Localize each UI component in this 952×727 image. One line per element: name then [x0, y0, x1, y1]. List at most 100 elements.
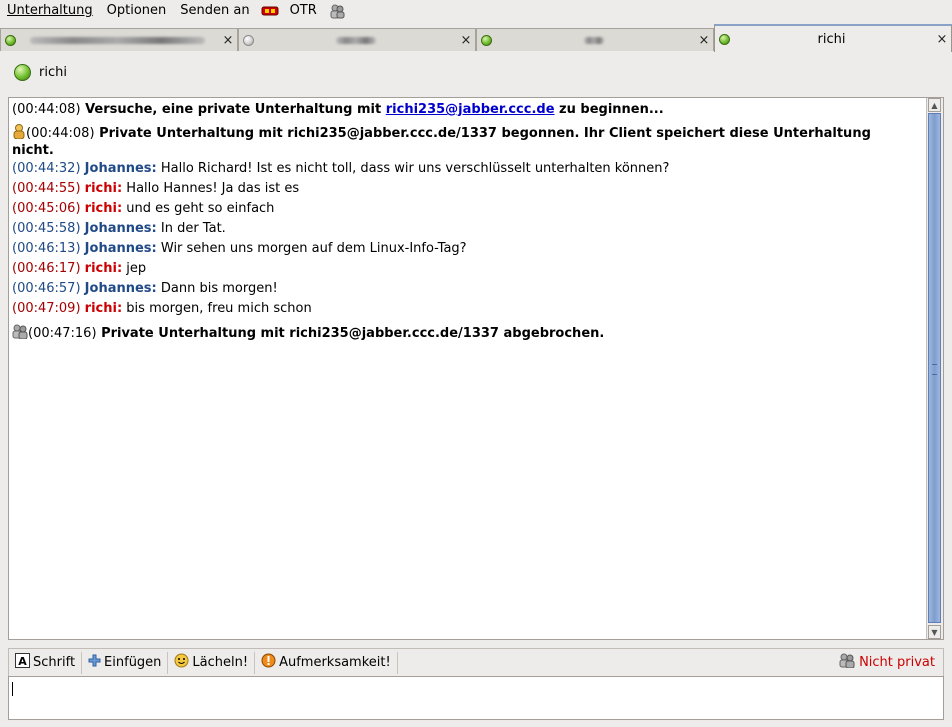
status-online-icon	[481, 34, 492, 46]
sender-nick: Johannes:	[84, 241, 157, 256]
message-text: Dann bis morgen!	[160, 281, 278, 296]
privacy-status-label: Nicht privat	[859, 655, 935, 670]
insert-button-label: Einfügen	[104, 655, 162, 670]
smiley-icon	[174, 653, 189, 672]
sender-nick: Johannes:	[84, 161, 157, 176]
jid-link[interactable]: richi235@jabber.ccc.de	[386, 102, 555, 117]
tab-close-button[interactable]: ×	[695, 33, 713, 48]
timestamp: (00:44:08)	[12, 102, 81, 117]
sender-nick: Johannes:	[84, 221, 157, 236]
status-online-icon	[5, 34, 16, 46]
menu-otr[interactable]: OTR	[283, 0, 324, 22]
scroll-down-button[interactable]: ▼	[928, 625, 941, 639]
otr-not-private-icon	[839, 653, 856, 672]
tab-label-obscured	[16, 33, 219, 48]
scroll-thumb[interactable]	[928, 113, 941, 623]
status-offline-icon	[243, 34, 254, 46]
tab-close-button[interactable]: ×	[219, 33, 237, 48]
menu-bar: Unterhaltung Optionen Senden an OTR	[0, 0, 952, 22]
sender-nick: richi:	[84, 301, 123, 316]
message-text: Versuche, eine private Unterhaltung mit	[85, 102, 386, 117]
smile-button[interactable]: Lächeln!	[168, 651, 256, 674]
chat-message: (00:44:55) richi: Hallo Hannes! Ja das i…	[12, 181, 299, 196]
message-text: bis morgen, freu mich schon	[126, 301, 312, 316]
otr-status-icon[interactable]	[326, 0, 348, 22]
timestamp: (00:44:55)	[12, 181, 81, 196]
sender-nick: richi:	[84, 201, 123, 216]
message-text: und es geht so einfach	[126, 201, 275, 216]
otr-private-icon	[12, 124, 26, 143]
tab-richi[interactable]: richi ×	[714, 24, 952, 52]
timestamp: (00:46:17)	[12, 261, 81, 276]
system-message: (00:44:08) Versuche, eine private Unterh…	[12, 102, 664, 117]
smiley-menu-icon[interactable]	[259, 0, 281, 22]
contact-name: richi	[39, 65, 67, 80]
message-text: Wir sehen uns morgen auf dem Linux-Info-…	[160, 241, 467, 256]
svg-text:A: A	[18, 655, 27, 668]
tab-close-button[interactable]: ×	[457, 33, 475, 48]
chat-scrollbar[interactable]: ▲ ▼	[926, 98, 943, 639]
contact-header: richi	[14, 64, 67, 81]
menu-label: Unterhaltung	[7, 3, 93, 18]
message-input[interactable]	[8, 676, 944, 720]
attention-icon	[261, 653, 276, 672]
conversation-tabs: × × × richi ×	[0, 24, 952, 52]
status-online-icon	[14, 64, 31, 81]
timestamp: (00:46:57)	[12, 281, 81, 296]
timestamp: (00:45:58)	[12, 221, 81, 236]
text-caret	[12, 682, 13, 696]
menu-label: Senden an	[180, 3, 250, 18]
timestamp: (00:45:06)	[12, 201, 81, 216]
timestamp: (00:46:13)	[12, 241, 81, 256]
timestamp: (00:47:09)	[12, 301, 81, 316]
font-button[interactable]: A Schrift	[9, 651, 83, 674]
message-text: Private Unterhaltung mit richi235@jabber…	[12, 126, 871, 158]
sender-nick: richi:	[84, 261, 123, 276]
system-message: (00:47:16) Private Unterhaltung mit rich…	[12, 324, 604, 343]
chat-message: (00:44:32) Johannes: Hallo Richard! Ist …	[12, 161, 669, 176]
scroll-up-button[interactable]: ▲	[928, 98, 941, 112]
attention-button[interactable]: Aufmerksamkeit!	[255, 651, 398, 674]
sender-nick: Johannes:	[84, 281, 157, 296]
menu-senden-an[interactable]: Senden an	[173, 0, 256, 22]
otr-not-private-icon	[12, 324, 28, 343]
smile-button-label: Lächeln!	[192, 655, 249, 670]
plus-icon	[88, 654, 101, 671]
menu-unterhaltung[interactable]: Unterhaltung	[0, 0, 100, 22]
tab-close-button[interactable]: ×	[933, 32, 951, 47]
chat-message: (00:46:17) richi: jep	[12, 261, 146, 276]
tab-conversation-1[interactable]: ×	[0, 28, 238, 51]
timestamp: (00:44:32)	[12, 161, 81, 176]
message-text: jep	[126, 261, 147, 276]
chat-message: (00:45:58) Johannes: In der Tat.	[12, 221, 226, 236]
menu-label: OTR	[289, 3, 317, 18]
chat-message: (00:47:09) richi: bis morgen, freu mich …	[12, 301, 312, 316]
message-text: In der Tat.	[160, 221, 226, 236]
font-button-label: Schrift	[33, 655, 76, 670]
attention-button-label: Aufmerksamkeit!	[279, 655, 391, 670]
menu-label: Optionen	[106, 3, 167, 18]
format-toolbar: A Schrift Einfügen Lächeln! Aufmerksamke…	[8, 648, 944, 676]
insert-button[interactable]: Einfügen	[82, 651, 169, 674]
message-text: Hallo Hannes! Ja das ist es	[126, 181, 300, 196]
tab-conversation-3[interactable]: ×	[476, 28, 714, 51]
status-online-icon	[719, 33, 730, 45]
tab-label-obscured	[492, 33, 695, 48]
font-icon: A	[15, 653, 30, 672]
tab-conversation-2[interactable]: ×	[238, 28, 476, 51]
timestamp: (00:44:08)	[26, 126, 95, 141]
menu-optionen[interactable]: Optionen	[100, 0, 174, 22]
chat-message: (00:46:13) Johannes: Wir sehen uns morge…	[12, 241, 467, 256]
chat-log[interactable]: (00:44:08) Versuche, eine private Unterh…	[8, 97, 944, 640]
message-text: zu beginnen...	[554, 102, 664, 117]
system-message: (00:44:08) Private Unterhaltung mit rich…	[12, 124, 912, 158]
chat-message: (00:46:57) Johannes: Dann bis morgen!	[12, 281, 278, 296]
scroll-grip-icon	[932, 364, 937, 375]
tab-label-obscured	[254, 33, 457, 48]
sender-nick: richi:	[84, 181, 123, 196]
chat-message: (00:45:06) richi: und es geht so einfach	[12, 201, 274, 216]
message-text: Private Unterhaltung mit richi235@jabber…	[101, 326, 605, 341]
timestamp: (00:47:16)	[28, 326, 97, 341]
otr-privacy-status[interactable]: Nicht privat	[839, 653, 943, 672]
message-text: Hallo Richard! Ist es nicht toll, dass w…	[160, 161, 670, 176]
